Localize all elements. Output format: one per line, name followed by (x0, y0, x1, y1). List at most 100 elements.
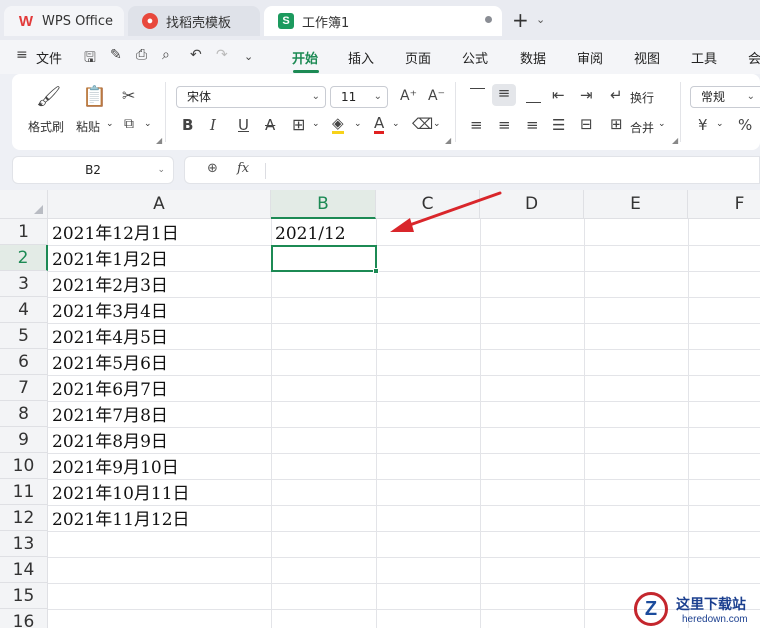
format-painter-label[interactable]: 格式刷 (28, 118, 64, 135)
row-header-14[interactable]: 14 (0, 557, 48, 583)
cell-a6[interactable]: 2021年5月6日 (48, 350, 168, 376)
active-cell-b2[interactable] (271, 245, 379, 274)
column-header-f[interactable]: F (688, 190, 760, 219)
row-header-1[interactable]: 1 (0, 219, 48, 245)
redo-icon[interactable]: ↷ (216, 47, 228, 63)
increase-indent-icon[interactable]: ⇥ (580, 86, 593, 104)
cell-a1[interactable]: 2021年12月1日 (48, 220, 179, 246)
menu-tab-page[interactable]: 页面 (405, 48, 431, 67)
print-icon[interactable]: ⎙ (136, 47, 147, 63)
decrease-indent-icon[interactable]: ⇤ (552, 86, 565, 104)
align-left-icon[interactable]: ≡ (470, 116, 483, 134)
row-header-5[interactable]: 5 (0, 323, 48, 349)
align-center-icon[interactable]: ≡ (498, 116, 511, 134)
merge-cells-icon[interactable]: ⊞ (610, 115, 623, 133)
name-box[interactable]: B2 ⌄ (12, 156, 174, 184)
cell-a12[interactable]: 2021年11月12日 (48, 506, 190, 532)
format-brush-quick-icon[interactable]: ✎ (110, 47, 122, 63)
justify-icon[interactable]: ☰ (552, 116, 565, 134)
italic-button[interactable]: I (210, 116, 216, 134)
cut-icon[interactable]: ✂ (122, 86, 135, 105)
alignment-dialog-icon[interactable]: ◢ (672, 136, 678, 145)
cell-a8[interactable]: 2021年7月8日 (48, 402, 168, 428)
zoom-formula-icon[interactable]: ⊕ (207, 161, 218, 176)
number-format-select[interactable]: 常规 ⌄ (690, 86, 760, 108)
quick-access-chevron-icon[interactable]: ⌄ (244, 50, 253, 63)
row-header-6[interactable]: 6 (0, 349, 48, 375)
new-tab-plus-icon[interactable]: + (512, 8, 529, 32)
decrease-font-icon[interactable]: A⁻ (428, 88, 445, 104)
copy-chevron-icon[interactable]: ⌄ (144, 119, 152, 129)
borders-chevron-icon[interactable]: ⌄ (312, 119, 320, 129)
currency-chevron-icon[interactable]: ⌄ (716, 119, 724, 129)
row-header-11[interactable]: 11 (0, 479, 48, 505)
underline-button[interactable]: U (238, 116, 249, 134)
row-header-4[interactable]: 4 (0, 297, 48, 323)
bold-button[interactable]: B (182, 116, 193, 134)
font-size-select[interactable]: 11 ⌄ (330, 86, 388, 108)
menu-tab-review[interactable]: 审阅 (577, 48, 603, 67)
wrap-text-label[interactable]: 换行 (630, 89, 654, 106)
increase-font-icon[interactable]: A⁺ (400, 88, 417, 104)
merge-chevron-icon[interactable]: ⌄ (658, 119, 666, 129)
hamburger-menu-icon[interactable]: ≡ (16, 47, 28, 63)
menu-tab-data[interactable]: 数据 (520, 48, 546, 67)
tab-daoke-templates[interactable]: ● 找稻壳模板 (128, 6, 260, 36)
menu-tab-tools[interactable]: 工具 (691, 48, 717, 67)
cell-a11[interactable]: 2021年10月11日 (48, 480, 190, 506)
menu-tab-formula[interactable]: 公式 (462, 48, 488, 67)
cell-b1[interactable]: 2021/12 (271, 220, 346, 246)
row-header-13[interactable]: 13 (0, 531, 48, 557)
row-header-15[interactable]: 15 (0, 583, 48, 609)
menu-tab-member[interactable]: 会 (748, 48, 760, 67)
align-top-icon[interactable]: ⎺ (470, 86, 485, 104)
select-all-corner[interactable] (0, 190, 48, 219)
copy-icon[interactable]: ⧉ (124, 116, 134, 132)
menu-file[interactable]: 文件 (36, 48, 62, 67)
paste-icon[interactable]: 📋 (82, 84, 107, 108)
merge-label[interactable]: 合并 (630, 119, 654, 136)
cell-a2[interactable]: 2021年1月2日 (48, 246, 168, 272)
format-painter-icon[interactable]: 🖌 (36, 84, 61, 108)
row-header-3[interactable]: 3 (0, 271, 48, 297)
row-header-12[interactable]: 12 (0, 505, 48, 531)
formula-input[interactable]: ⊕ fx (184, 156, 760, 184)
paste-chevron-icon[interactable]: ⌄ (106, 119, 114, 129)
font-dialog-icon[interactable]: ◢ (445, 136, 451, 145)
row-header-16[interactable]: 16 (0, 609, 48, 628)
fill-handle[interactable] (373, 268, 379, 274)
cell-a7[interactable]: 2021年6月7日 (48, 376, 168, 402)
save-icon[interactable]: 🖫 (84, 47, 96, 71)
cell-a9[interactable]: 2021年8月9日 (48, 428, 168, 454)
row-header-9[interactable]: 9 (0, 427, 48, 453)
print-preview-icon[interactable]: ⌕ (162, 47, 170, 63)
align-bottom-icon[interactable]: ⎽ (526, 86, 541, 104)
cell-a10[interactable]: 2021年9月10日 (48, 454, 179, 480)
percent-button[interactable]: % (738, 116, 752, 134)
spreadsheet-grid[interactable]: A B C D E F 1 2 3 4 5 6 7 8 9 10 11 12 1… (0, 190, 760, 628)
menu-tab-view[interactable]: 视图 (634, 48, 660, 67)
row-header-10[interactable]: 10 (0, 453, 48, 479)
cell-a5[interactable]: 2021年4月5日 (48, 324, 168, 350)
tab-list-chevron-icon[interactable]: ⌄ (536, 13, 545, 26)
cell-a3[interactable]: 2021年2月3日 (48, 272, 168, 298)
undo-icon[interactable]: ↶ (190, 47, 202, 63)
clear-chevron-icon[interactable]: ⌄ (433, 119, 441, 129)
font-color-chevron-icon[interactable]: ⌄ (392, 119, 400, 129)
row-header-2[interactable]: 2 (0, 245, 48, 271)
align-middle-icon[interactable]: ≡ (492, 84, 516, 106)
clipboard-dialog-icon[interactable]: ◢ (156, 136, 162, 145)
strikethrough-button[interactable]: A (265, 116, 275, 134)
distributed-icon[interactable]: ⊟ (580, 115, 593, 133)
row-header-8[interactable]: 8 (0, 401, 48, 427)
fill-color-chevron-icon[interactable]: ⌄ (354, 119, 362, 129)
tab-workbook[interactable]: S 工作簿1 (264, 6, 502, 36)
tab-wps-office[interactable]: W WPS Office (4, 6, 124, 36)
column-header-a[interactable]: A (48, 190, 271, 219)
column-header-b[interactable]: B (271, 190, 376, 219)
menu-tab-insert[interactable]: 插入 (348, 48, 374, 67)
menu-tab-home[interactable]: 开始 (292, 48, 318, 67)
borders-icon[interactable]: ⊞ (292, 115, 305, 134)
cell-a4[interactable]: 2021年3月4日 (48, 298, 168, 324)
insert-function-fx-icon[interactable]: fx (237, 161, 249, 176)
